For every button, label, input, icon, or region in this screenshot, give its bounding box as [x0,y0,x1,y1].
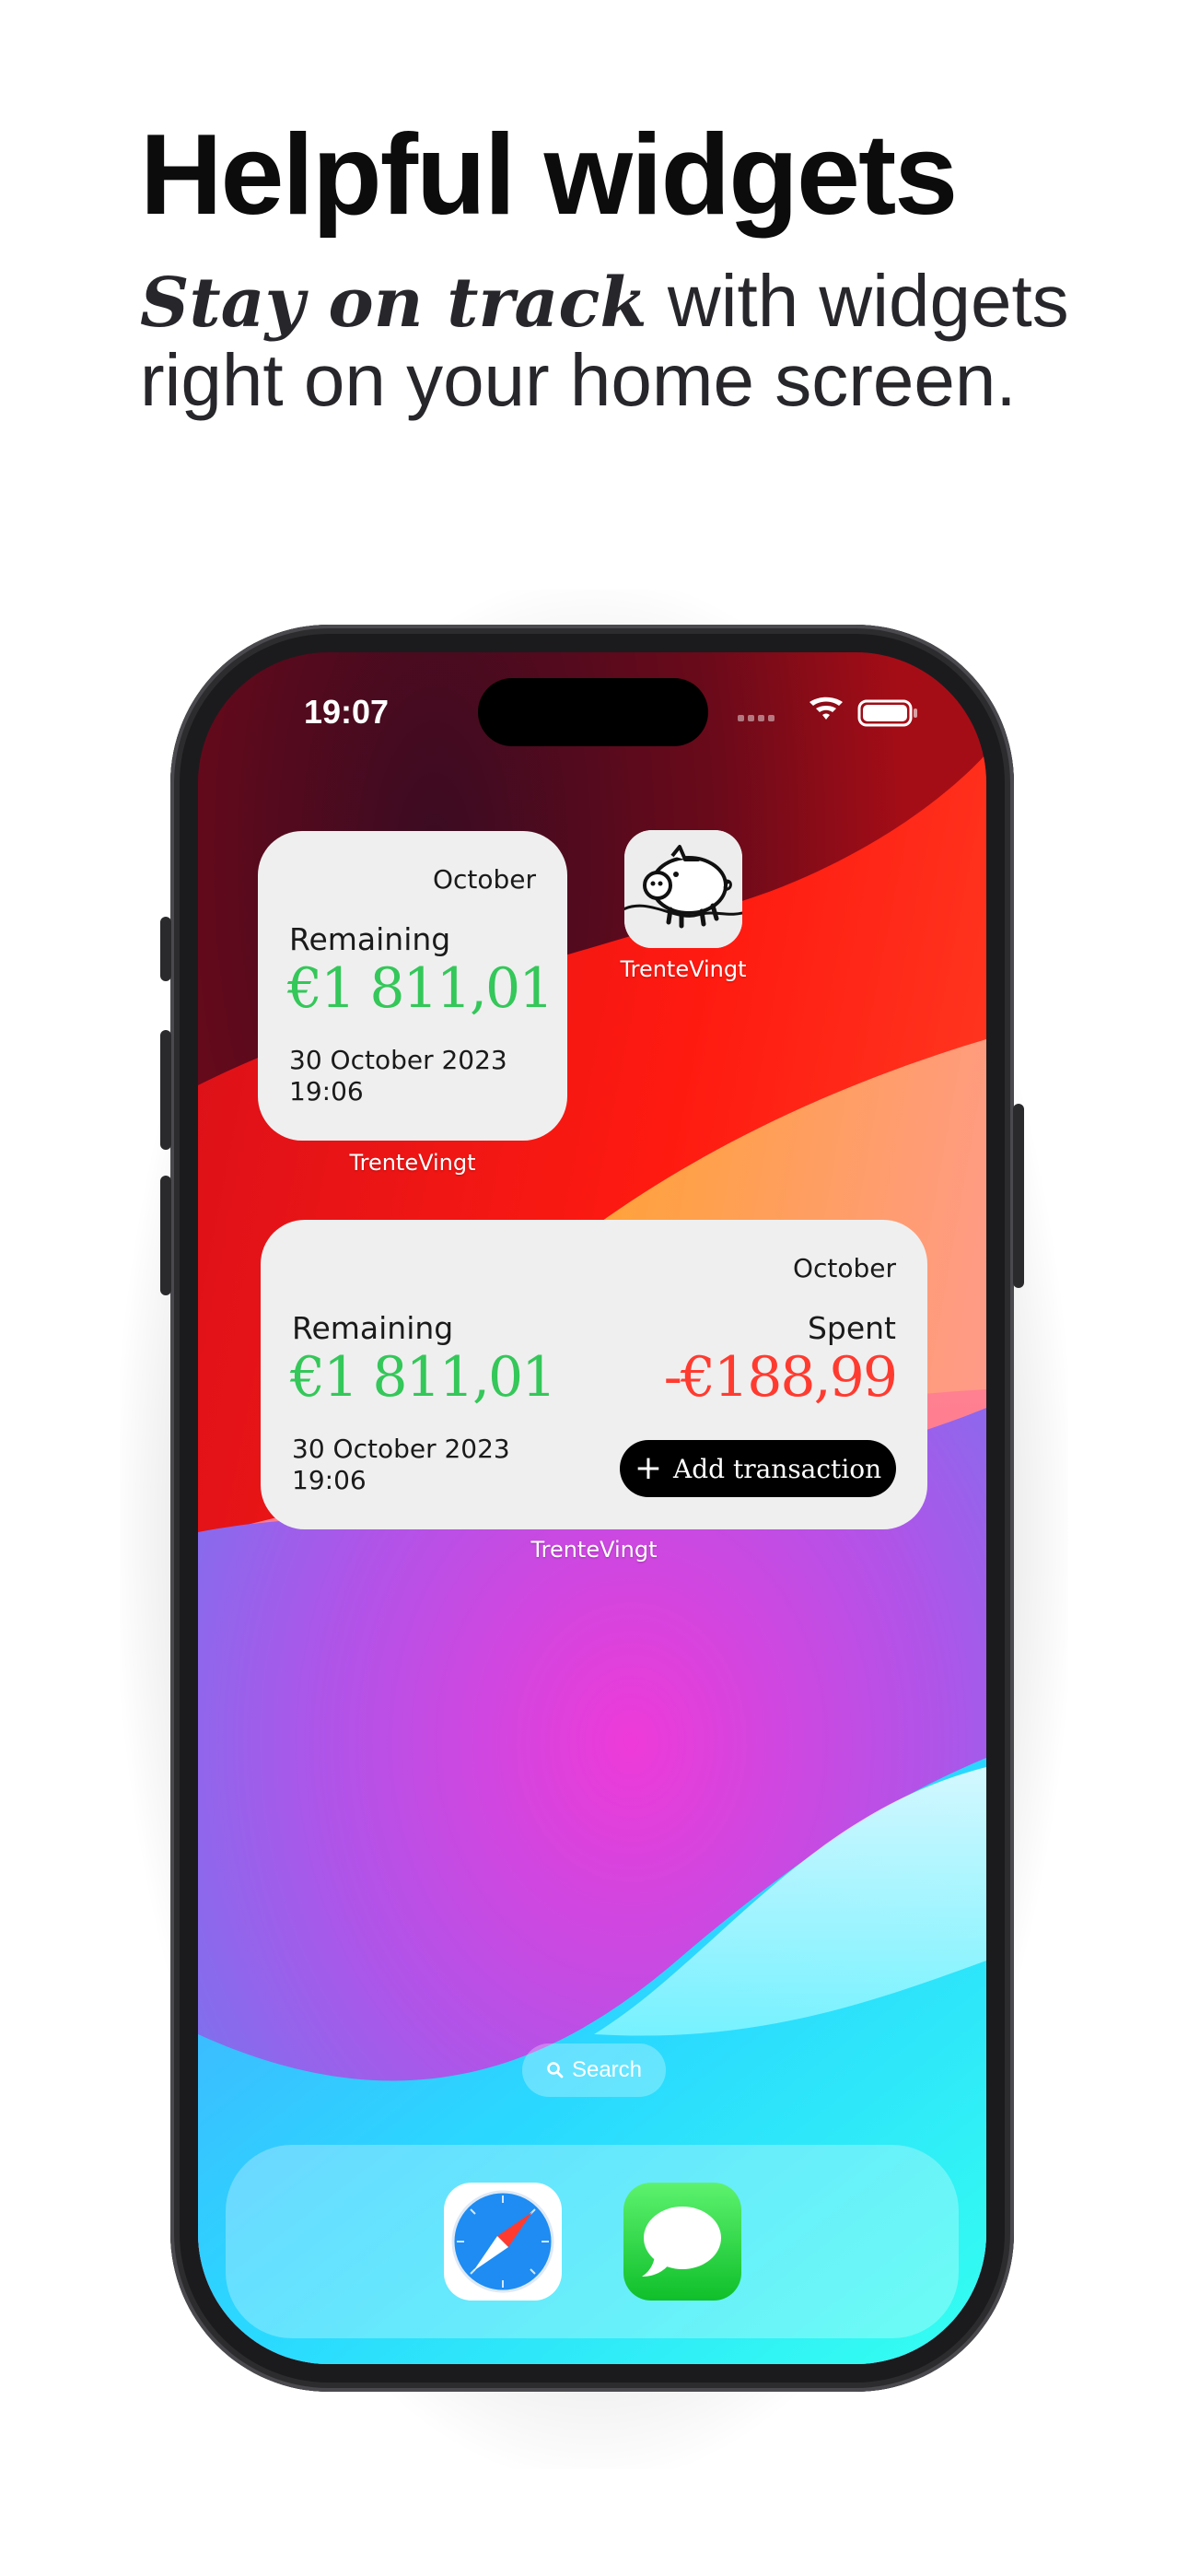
dock [226,2145,959,2338]
widget-time-line: 19:06 [289,1076,364,1107]
search-label: Search [571,2057,643,2082]
remaining-label: Remaining [292,1310,454,1346]
messages-icon[interactable] [623,2183,741,2301]
small-widget-caption: TrenteVingt [349,1150,476,1176]
remaining-amount: €1 811,01 [287,956,553,1021]
widget-month: October [432,864,536,895]
widget-date-line: 30 October 2023 [292,1434,510,1464]
widget-date: 30 October 2023 19:06 [289,1045,507,1107]
wifi-icon [809,697,843,720]
plus-icon: + [634,1449,662,1487]
trentevingt-app-icon[interactable] [624,830,742,948]
spent-label: Spent [807,1310,896,1346]
page-title: Helpful widgets [140,111,958,239]
widget-month: October [792,1253,896,1283]
subtitle-emphasis: Stay on track [140,263,647,343]
add-transaction-button[interactable]: + Add transaction [620,1440,896,1497]
remaining-amount: €1 811,01 [290,1345,556,1410]
add-transaction-label: Add transaction [672,1453,882,1484]
dynamic-island [478,678,708,746]
remaining-label: Remaining [289,921,451,957]
spent-amount: -€188,99 [663,1345,898,1410]
search-icon [547,2062,564,2078]
piggy-bank-icon [624,830,742,948]
app-icon-label: TrenteVingt [620,956,747,982]
spotlight-search-button[interactable]: Search [522,2043,666,2097]
page-subtitle: Stay on track with widgets right on your… [140,263,1116,419]
safari-compass-glyph [444,2183,562,2301]
volume-up-button [160,1030,171,1150]
phone-screen: 19:07 October Remaining €1 811,01 30 Oct… [198,652,986,2364]
safari-icon[interactable] [444,2183,562,2301]
signal-icon [738,715,775,721]
power-button [1013,1104,1024,1288]
volume-down-button [160,1176,171,1295]
status-time: 19:07 [304,693,390,731]
action-button [160,917,171,981]
status-indicators [738,697,917,727]
widget-date: 30 October 2023 19:06 [292,1434,510,1496]
medium-budget-widget[interactable]: October Remaining €1 811,01 Spent -€188,… [261,1220,927,1529]
medium-widget-caption: TrenteVingt [530,1537,658,1563]
messages-bubble-glyph [623,2183,741,2301]
widget-time-line: 19:06 [292,1465,367,1495]
small-budget-widget[interactable]: October Remaining €1 811,01 30 October 2… [258,831,567,1141]
battery-icon [857,699,917,727]
widget-date-line: 30 October 2023 [289,1045,507,1075]
